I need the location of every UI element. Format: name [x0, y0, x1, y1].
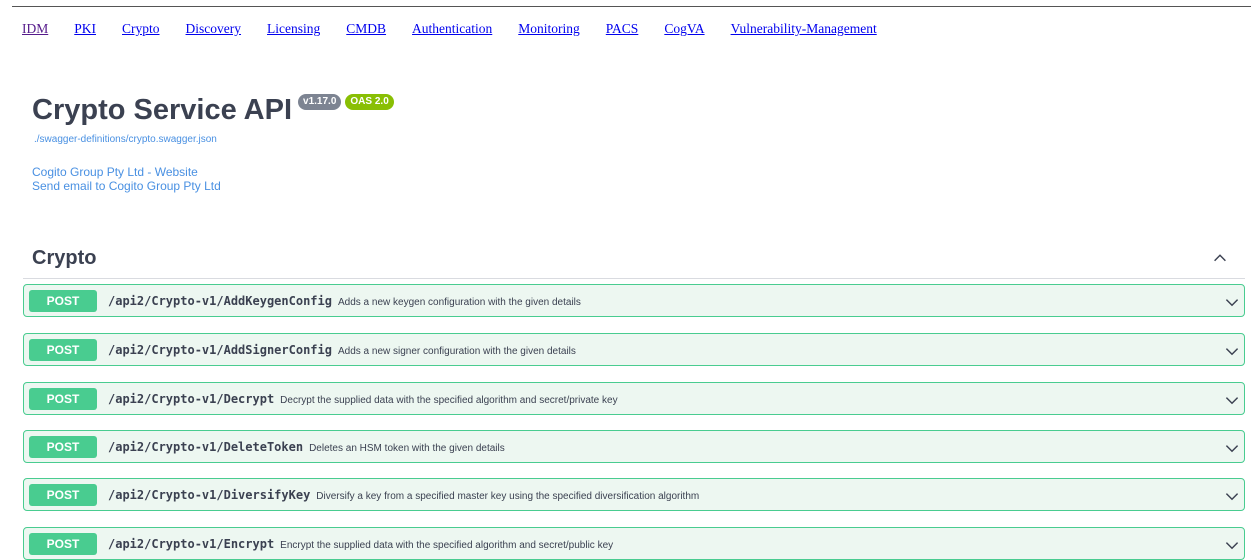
email-link[interactable]: Send email to Cogito Group Pty Ltd [32, 179, 221, 193]
chevron-down-icon[interactable] [1224, 294, 1240, 310]
operation-description: Encrypt the supplied data with the speci… [280, 540, 614, 551]
nav-link-pki[interactable]: PKI [74, 21, 96, 37]
chevron-down-icon[interactable] [1224, 488, 1240, 504]
operation-path: /api2/Crypto-v1/Decrypt Decrypt the suppl… [108, 392, 618, 406]
nav-link-monitoring[interactable]: Monitoring [518, 21, 580, 37]
page-title: Crypto Service API [32, 94, 293, 126]
operation-description: Adds a new signer configuration with the… [337, 346, 576, 357]
nav-link-cogva[interactable]: CogVA [664, 21, 704, 37]
section-title: Crypto [32, 247, 97, 269]
operation-row[interactable]: POST /api2/Crypto-v1/Decrypt Decrypt the … [23, 382, 1245, 415]
method-badge: POST [29, 436, 97, 458]
path-text: /api2/Crypto-v1/AddSignerConfig [108, 343, 332, 357]
method-badge: POST [29, 533, 97, 555]
version-badge: v1.17.0 [298, 94, 342, 110]
method-badge: POST [29, 484, 97, 506]
operation-row[interactable]: POST /api2/Crypto-v1/AddKeygenConfig Adds… [23, 284, 1245, 317]
spec-link[interactable]: ./swagger-definitions/crypto.swagger.jso… [34, 134, 217, 145]
operation-description: Adds a new keygen configuration with the… [337, 297, 581, 308]
method-badge: POST [29, 388, 97, 410]
nav-link-pacs[interactable]: PACS [606, 21, 639, 37]
nav-link-idm[interactable]: IDM [22, 21, 48, 37]
website-link[interactable]: Cogito Group Pty Ltd - Website [32, 165, 198, 179]
operation-path: /api2/Crypto-v1/DeleteToken Deletes an HS… [108, 440, 505, 454]
operation-description: Decrypt the supplied data with the speci… [280, 395, 618, 406]
operation-path: /api2/Crypto-v1/AddSignerConfig Adds a ne… [108, 343, 576, 357]
chevron-up-icon[interactable] [1211, 249, 1229, 267]
operation-row[interactable]: POST /api2/Crypto-v1/Encrypt Encrypt the … [23, 527, 1245, 560]
operation-row[interactable]: POST /api2/Crypto-v1/AddSignerConfig Adds… [23, 333, 1245, 366]
chevron-down-icon[interactable] [1224, 440, 1240, 456]
nav-link-authentication[interactable]: Authentication [412, 21, 492, 37]
nav-link-cmdb[interactable]: CMDB [346, 21, 386, 37]
operation-row[interactable]: POST /api2/Crypto-v1/DiversifyKey Diversi… [23, 478, 1245, 511]
path-text: /api2/Crypto-v1/Decrypt [108, 392, 275, 406]
nav-link-discovery[interactable]: Discovery [186, 21, 241, 37]
operation-path: /api2/Crypto-v1/AddKeygenConfig Adds a ne… [108, 294, 581, 308]
chevron-down-icon[interactable] [1224, 392, 1240, 408]
method-badge: POST [29, 290, 97, 312]
path-text: /api2/Crypto-v1/Encrypt [108, 537, 275, 551]
operation-row[interactable]: POST /api2/Crypto-v1/DeleteToken Deletes … [23, 430, 1245, 463]
path-text: /api2/Crypto-v1/AddKeygenConfig [108, 294, 332, 308]
top-nav: IDM PKI Crypto Discovery Licensing CMDB … [22, 21, 903, 37]
chevron-down-icon[interactable] [1224, 343, 1240, 359]
nav-link-crypto[interactable]: Crypto [122, 21, 160, 37]
oas-badge: OAS 2.0 [345, 94, 394, 110]
chevron-down-icon[interactable] [1224, 537, 1240, 553]
nav-link-licensing[interactable]: Licensing [267, 21, 320, 37]
path-text: /api2/Crypto-v1/DiversifyKey [108, 488, 311, 502]
method-badge: POST [29, 339, 97, 361]
nav-link-vulnerability-management[interactable]: Vulnerability-Management [731, 21, 877, 37]
top-divider [12, 6, 1251, 7]
operation-path: /api2/Crypto-v1/DiversifyKey Diversify a … [108, 488, 699, 502]
path-text: /api2/Crypto-v1/DeleteToken [108, 440, 304, 454]
operation-description: Diversify a key from a specified master … [316, 491, 700, 502]
api-title-row: Crypto Service API v1.17.0 OAS 2.0 [32, 94, 394, 126]
section-header-crypto[interactable]: Crypto [23, 245, 1245, 279]
operation-description: Deletes an HSM token with the given deta… [309, 443, 505, 454]
operation-path: /api2/Crypto-v1/Encrypt Encrypt the suppl… [108, 537, 613, 551]
